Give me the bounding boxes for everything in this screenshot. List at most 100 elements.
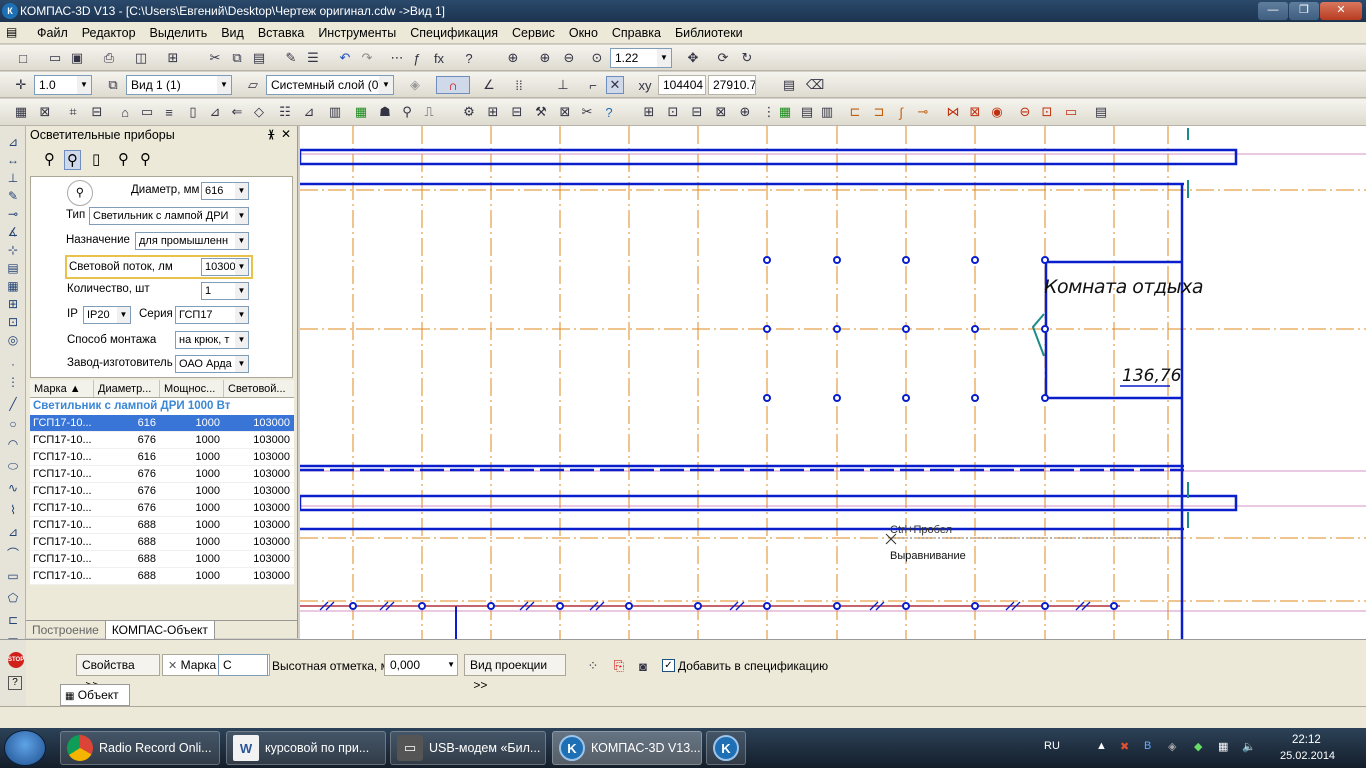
lib-electric-4-icon[interactable]: ⊸ [914,103,932,121]
new-file-icon[interactable]: □ [14,49,32,67]
lib-table-icon[interactable]: ▥ [326,103,344,121]
ortho-mode-icon[interactable]: ⌐ [584,76,602,94]
lib-spec-3-icon[interactable]: ▥ [818,103,836,121]
menu-specification[interactable]: Спецификация [403,26,505,40]
properties-button[interactable]: Свойства >> [76,654,160,692]
diameter-combo[interactable]: 616 ▼ [201,182,249,200]
lib-tools-2-icon[interactable]: ⊞ [484,103,502,121]
menu-select[interactable]: Выделить [143,26,215,40]
zoom-in-icon[interactable]: ⊕ [536,49,554,67]
table-row[interactable]: ГСП17-10... 616 1000 103000 [30,449,294,466]
lib-report-icon[interactable]: ▤ [1092,103,1110,121]
step-icon[interactable]: ✛ [12,76,30,94]
lib-electric-3-icon[interactable]: ∫ [892,103,910,121]
table-row[interactable]: ГСП17-10... 676 1000 103000 [30,466,294,483]
view-icon[interactable]: ⧉ [104,76,122,94]
tray-arrow-icon[interactable]: ▲ [1096,740,1107,752]
height-combo[interactable]: 0,000 ▼ [384,654,458,676]
spline-tool-icon[interactable]: ∿ [5,480,21,496]
lib-electric-6-icon[interactable]: ⊠ [966,103,984,121]
print-icon[interactable]: ⎙ [100,49,118,67]
lib-lamp-icon[interactable]: ⚲ [398,103,416,121]
point-tool-icon[interactable]: · [5,356,21,372]
menu-tools[interactable]: Инструменты [311,26,403,40]
pdf-icon[interactable]: ⎘ [610,657,628,675]
help-pointer-icon[interactable]: ? [460,49,478,67]
help-icon[interactable]: ? [8,676,22,690]
redo-icon[interactable]: ↷ [358,49,376,67]
pan-icon[interactable]: ✥ [684,49,702,67]
cut-icon[interactable]: ✂ [206,49,224,67]
tray-volume-icon[interactable]: 🔈 [1242,740,1256,753]
param-tool-icon[interactable]: ⊸ [5,206,21,222]
lib-tools-6-icon[interactable]: ✂ [578,103,596,121]
select-tool-icon[interactable]: ⊹ [5,242,21,258]
clock-time[interactable]: 22:12 [1292,734,1321,746]
lib-electric-2-icon[interactable]: ⊐ [870,103,888,121]
projection-button[interactable]: Вид проекции >> [464,654,566,692]
lib-help-icon[interactable]: ? [600,103,618,121]
taskbar-item-word[interactable]: Wкурсовой по при... [226,731,386,765]
taskbar-item-modem[interactable]: ▭ USB-модем «Бил... [390,731,546,765]
polyline-tool-icon[interactable]: ⌇ [5,502,21,518]
cursor-snap-icon[interactable]: ✕ [606,76,624,94]
lib-electric-5-icon[interactable]: ⋈ [944,103,962,121]
close-button[interactable]: ✕ [1320,2,1362,20]
panel-pin-close[interactable]: ᚕ ✕ [268,127,291,141]
lib-window-icon[interactable]: ▭ [138,103,156,121]
polygon-tool-icon[interactable]: ⬠ [5,590,21,606]
col-mark[interactable]: Марка ▲ [30,380,94,397]
col-flux[interactable]: Световой... [224,380,294,397]
mark-cancel-icon[interactable]: ✕ [168,660,177,672]
geometry-tool-icon[interactable]: ⊿ [5,134,21,150]
ortho-icon[interactable]: ∠ [480,76,498,94]
rect-tool-icon[interactable]: ▭ [5,568,21,584]
format-brush-icon[interactable]: ✎ [282,49,300,67]
lib-equipment-icon[interactable]: ⎍ [420,103,438,121]
layer-combo[interactable]: Системный слой (0) ▼ [266,75,394,95]
drawing-canvas[interactable]: Комната отдыха 136,76 Ctrl+Пробел Выравн… [300,126,1366,639]
table-row[interactable]: ГСП17-10... 616 1000 103000 [30,415,294,432]
lamp-type-3-icon[interactable]: ▯ [92,150,100,168]
coord-x-field[interactable]: 104404 [658,75,706,95]
lib-tools-4-icon[interactable]: ⚒ [532,103,550,121]
table-row[interactable]: ГСП17-10... 688 1000 103000 [30,551,294,568]
menu-view[interactable]: Вид [214,26,251,40]
tab-build[interactable]: Построение [26,621,105,640]
lib-insert-4-icon[interactable]: ⊠ [712,103,730,121]
table-row[interactable]: ГСП17-10... 676 1000 103000 [30,432,294,449]
scale-combo[interactable]: 1.0 ▼ [34,75,92,95]
insert-tool-icon[interactable]: ⊞ [5,296,21,312]
purpose-combo[interactable]: для промышленн ▼ [135,232,249,250]
manager-icon[interactable]: ⊞ [164,49,182,67]
lib-tools-1-icon[interactable]: ⚙ [460,103,478,121]
taskbar-item-kompas-2[interactable]: K [706,731,746,765]
geometry-pick-icon[interactable]: ⁘ [584,657,602,675]
report-tool-icon[interactable]: ▦ [5,278,21,294]
spec-tool-icon[interactable]: ▤ [5,260,21,276]
tray-network-icon[interactable]: ▦ [1218,740,1228,753]
col-diameter[interactable]: Диаметр... [94,380,160,397]
arc-tool-icon[interactable]: ◠ [5,436,21,452]
edit-tool-icon[interactable]: ✎ [5,188,21,204]
lib-electric-7-icon[interactable]: ◉ [988,103,1006,121]
view-combo[interactable]: Вид 1 (1) ▼ [126,75,232,95]
lib-stair-icon[interactable]: ≡ [160,103,178,121]
segment-tool-icon[interactable]: ╱ [5,396,21,412]
stop-icon[interactable]: STOP [8,652,24,668]
lib-insert-3-icon[interactable]: ⊟ [688,103,706,121]
eraser-icon[interactable]: ⌫ [806,76,824,94]
open-folder-icon[interactable]: ▭ [46,49,64,67]
aux-line-tool-icon[interactable]: ⋮ [5,374,21,390]
menu-edit[interactable]: Редактор [75,26,143,40]
series-combo[interactable]: ГСП17 ▼ [175,306,249,324]
flux-combo[interactable]: 103000 ▼ [201,258,249,276]
mount-combo[interactable]: на крюк, т ▼ [175,331,249,349]
lamp-type-5-icon[interactable]: ⚲ [140,150,151,168]
lib-axis-icon[interactable]: ⌗ [64,103,82,121]
paste-icon[interactable]: ▤ [250,49,268,67]
object-props-icon[interactable]: ◈ [406,76,424,94]
local-cs-icon[interactable]: ⊥ [554,76,572,94]
add-spec-checkbox[interactable]: ✓ [662,659,675,672]
lib-marks-icon[interactable]: ⊿ [206,103,224,121]
